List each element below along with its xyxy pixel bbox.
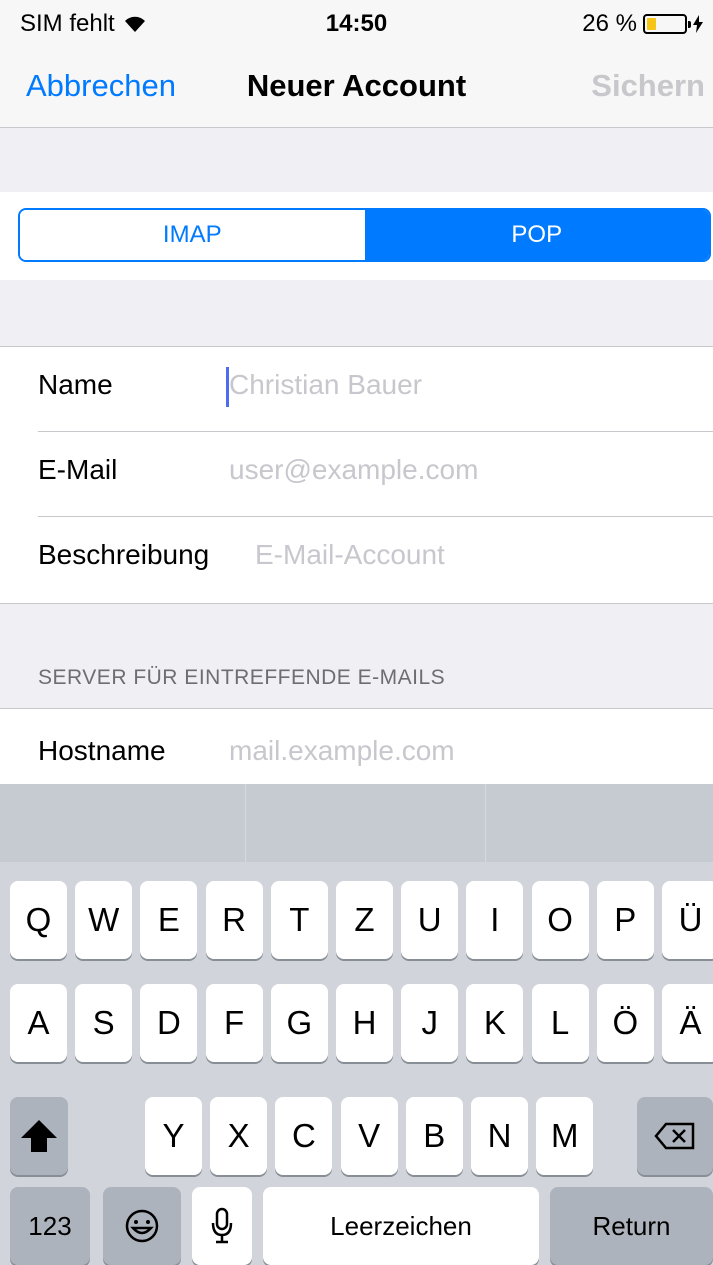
key-row1-1[interactable]: W <box>75 881 133 959</box>
email-row[interactable]: E-Mail user@example.com <box>38 432 713 517</box>
key-row2-8[interactable]: L <box>531 984 589 1062</box>
hostname-row[interactable]: Hostname mail.example.com <box>38 709 713 794</box>
key-row1-10[interactable]: Ü <box>662 881 713 959</box>
key-row3-5[interactable]: N <box>471 1097 528 1175</box>
key-row2-7[interactable]: K <box>466 984 524 1062</box>
emoji-icon <box>125 1209 159 1243</box>
predictive-divider <box>245 784 246 862</box>
key-row1-8[interactable]: O <box>531 881 589 959</box>
microphone-icon <box>211 1207 233 1244</box>
key-row2-5[interactable]: H <box>336 984 393 1062</box>
battery: 26 % <box>582 10 703 38</box>
battery-percent: 26 % <box>582 10 637 37</box>
save-button[interactable]: Sichern <box>591 68 705 104</box>
protocol-section: IMAP POP <box>0 192 713 280</box>
key-row2-9[interactable]: Ö <box>596 984 654 1062</box>
key-row3-6[interactable]: M <box>536 1097 594 1175</box>
key-row2-6[interactable]: J <box>401 984 459 1062</box>
description-label: Beschreibung <box>38 539 210 570</box>
name-row[interactable]: Name Christian Bauer <box>38 347 713 432</box>
space-key[interactable]: Leerzeichen <box>263 1187 539 1265</box>
hostname-label: Hostname <box>38 735 166 766</box>
incoming-server-header: SERVER FÜR EINTREFFENDE E-MAILS <box>38 666 446 689</box>
charging-icon <box>693 15 703 33</box>
description-input[interactable]: E-Mail-Account <box>255 539 445 571</box>
segment-pop[interactable]: POP <box>364 210 709 260</box>
key-row3-2[interactable]: C <box>275 1097 333 1175</box>
name-input[interactable]: Christian Bauer <box>229 369 422 401</box>
account-form: Name Christian Bauer E-Mail user@example… <box>0 346 713 604</box>
key-row2-0[interactable]: A <box>10 984 67 1062</box>
key-row2-10[interactable]: Ä <box>662 984 713 1062</box>
email-input[interactable]: user@example.com <box>229 454 478 486</box>
navigation-bar: Abbrechen Neuer Account Sichern <box>0 50 713 128</box>
status-bar: SIM fehlt 14:50 26 % <box>0 0 713 50</box>
backspace-key[interactable] <box>637 1097 713 1175</box>
emoji-key[interactable] <box>103 1187 181 1265</box>
shift-key[interactable] <box>10 1097 68 1175</box>
segment-imap[interactable]: IMAP <box>20 210 365 260</box>
numbers-key[interactable]: 123 <box>10 1187 90 1265</box>
shift-icon <box>21 1120 57 1152</box>
return-key[interactable]: Return <box>550 1187 713 1265</box>
key-row2-4[interactable]: G <box>270 984 328 1062</box>
predictive-bar <box>0 784 713 862</box>
key-row1-6[interactable]: U <box>401 881 459 959</box>
key-row3-3[interactable]: V <box>340 1097 398 1175</box>
key-row3-4[interactable]: B <box>405 1097 463 1175</box>
key-row1-5[interactable]: Z <box>336 881 393 959</box>
protocol-segmented-control: IMAP POP <box>18 208 711 262</box>
key-row3-0[interactable]: Y <box>145 1097 202 1175</box>
dictation-key[interactable] <box>192 1187 252 1265</box>
key-row2-2[interactable]: D <box>140 984 198 1062</box>
email-label: E-Mail <box>38 454 118 485</box>
key-row1-7[interactable]: I <box>466 881 524 959</box>
key-row2-1[interactable]: S <box>75 984 133 1062</box>
backspace-icon <box>654 1122 695 1150</box>
key-row2-3[interactable]: F <box>205 984 263 1062</box>
name-label: Name <box>38 369 113 400</box>
key-row1-0[interactable]: Q <box>10 881 67 959</box>
key-row1-4[interactable]: T <box>270 881 328 959</box>
key-row3-1[interactable]: X <box>210 1097 268 1175</box>
key-row1-3[interactable]: R <box>205 881 263 959</box>
predictive-divider <box>485 784 486 862</box>
description-row[interactable]: Beschreibung E-Mail-Account <box>38 517 713 602</box>
hostname-input[interactable]: mail.example.com <box>229 735 455 767</box>
battery-icon <box>643 14 691 34</box>
key-row1-9[interactable]: P <box>596 881 654 959</box>
incoming-server-form: Hostname mail.example.com <box>0 708 713 785</box>
keyboard: QWERTZUIOPÜ ASDFGHJKLÖÄ YXCVBNM 123 Leerze… <box>0 784 713 1265</box>
key-row1-2[interactable]: E <box>140 881 198 959</box>
